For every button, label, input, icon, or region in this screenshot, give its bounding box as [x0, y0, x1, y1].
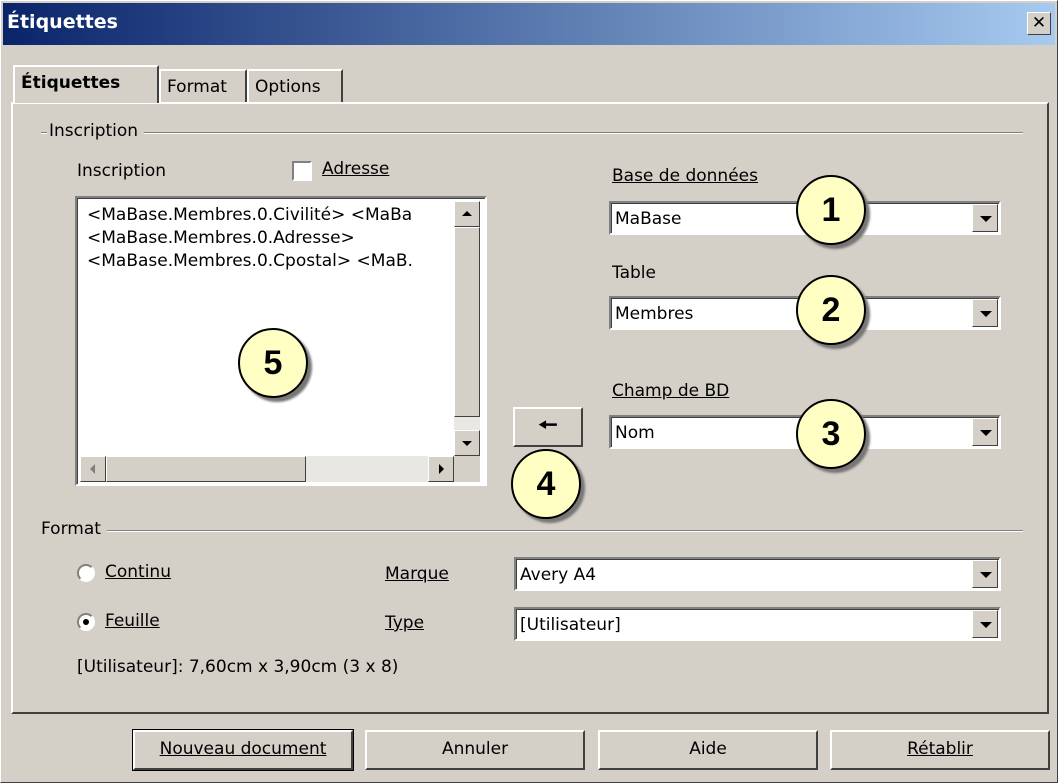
callout-3: 3 [796, 399, 866, 469]
scrollbar-corner [454, 456, 480, 482]
close-button[interactable]: ✕ [1027, 12, 1051, 35]
callout-5: 5 [238, 328, 308, 398]
marque-label: Marque [385, 564, 449, 584]
database-label: Base de données [612, 166, 758, 186]
chevron-down-icon [980, 572, 992, 578]
reset-label: Rétablir [907, 739, 973, 759]
field-dropdown-button[interactable] [972, 418, 998, 446]
arrow-up-icon [462, 211, 472, 216]
type-dropdown-button[interactable] [972, 610, 998, 638]
close-icon: ✕ [1031, 13, 1047, 33]
radio-selected-dot [83, 619, 89, 625]
chevron-down-icon [980, 622, 992, 628]
title-bar[interactable]: Étiquettes ✕ [3, 3, 1055, 45]
database-dropdown-button[interactable] [972, 204, 998, 232]
feuille-radio[interactable] [77, 613, 95, 631]
cancel-label: Annuler [441, 739, 509, 759]
callout-4: 4 [511, 449, 581, 519]
type-value: [Utilisateur] [520, 615, 621, 635]
new-document-label: Nouveau document [159, 739, 327, 759]
horizontal-scroll-thumb[interactable] [106, 456, 306, 482]
type-select[interactable]: [Utilisateur] [514, 607, 1001, 641]
help-button[interactable]: Aide [598, 730, 818, 770]
labels-dialog: Étiquettes ✕ Étiquettes Format Options I… [0, 0, 1058, 783]
field-label: Champ de BD [612, 381, 730, 401]
scroll-up-button[interactable] [454, 201, 480, 227]
scroll-right-button[interactable] [428, 456, 454, 482]
label-size-info: [Utilisateur]: 7,60cm x 3,90cm (3 x 8) [77, 657, 399, 677]
marque-dropdown-button[interactable] [972, 560, 998, 588]
chevron-down-icon [980, 311, 992, 317]
callout-2: 2 [796, 275, 866, 345]
vertical-scrollbar[interactable] [454, 201, 480, 456]
horizontal-scrollbar[interactable] [80, 456, 454, 482]
insert-field-button[interactable]: 🠔 [513, 407, 583, 447]
marque-select[interactable]: Avery A4 [514, 557, 1001, 591]
inscription-label: Inscription [77, 161, 167, 181]
window-title: Étiquettes [7, 11, 118, 33]
type-label: Type [385, 613, 425, 633]
scroll-down-button[interactable] [454, 430, 480, 456]
arrow-left-icon [90, 464, 95, 474]
continu-label[interactable]: Continu [105, 562, 171, 582]
new-document-button[interactable]: Nouveau document [132, 729, 354, 771]
adresse-label[interactable]: Adresse [322, 159, 389, 179]
callout-1: 1 [796, 175, 866, 245]
tab-format[interactable]: Format [159, 69, 247, 103]
arrow-left-icon: 🠔 [538, 413, 558, 438]
database-value: MaBase [615, 209, 682, 229]
inscription-group-title: Inscription [47, 121, 145, 141]
marque-value: Avery A4 [520, 565, 597, 585]
list-item: <MaBase.Membres.0.Cpostal> <MaB. [87, 251, 413, 271]
table-value: Membres [615, 304, 694, 324]
arrow-right-icon [439, 464, 444, 474]
format-group-title: Format [39, 519, 107, 539]
table-label: Table [612, 263, 656, 283]
continu-radio[interactable] [77, 564, 95, 582]
field-value: Nom [615, 423, 655, 443]
feuille-label[interactable]: Feuille [105, 611, 160, 631]
help-label: Aide [689, 739, 727, 759]
chevron-down-icon [980, 430, 992, 436]
reset-button[interactable]: Rétablir [830, 730, 1050, 770]
tab-options[interactable]: Options [247, 69, 343, 103]
chevron-down-icon [980, 216, 992, 222]
list-item: <MaBase.Membres.0.Adresse> [87, 228, 355, 248]
tab-etiquettes[interactable]: Étiquettes [13, 65, 159, 103]
inscription-group-line [41, 132, 1023, 134]
arrow-down-icon [462, 441, 472, 446]
cancel-button[interactable]: Annuler [365, 730, 585, 770]
adresse-checkbox[interactable] [292, 161, 312, 181]
table-dropdown-button[interactable] [972, 299, 998, 327]
format-group-line [41, 530, 1023, 532]
vertical-scroll-thumb[interactable] [454, 227, 480, 417]
scroll-left-button[interactable] [80, 456, 106, 482]
list-item: <MaBase.Membres.0.Civilité> <MaBa [87, 205, 413, 225]
